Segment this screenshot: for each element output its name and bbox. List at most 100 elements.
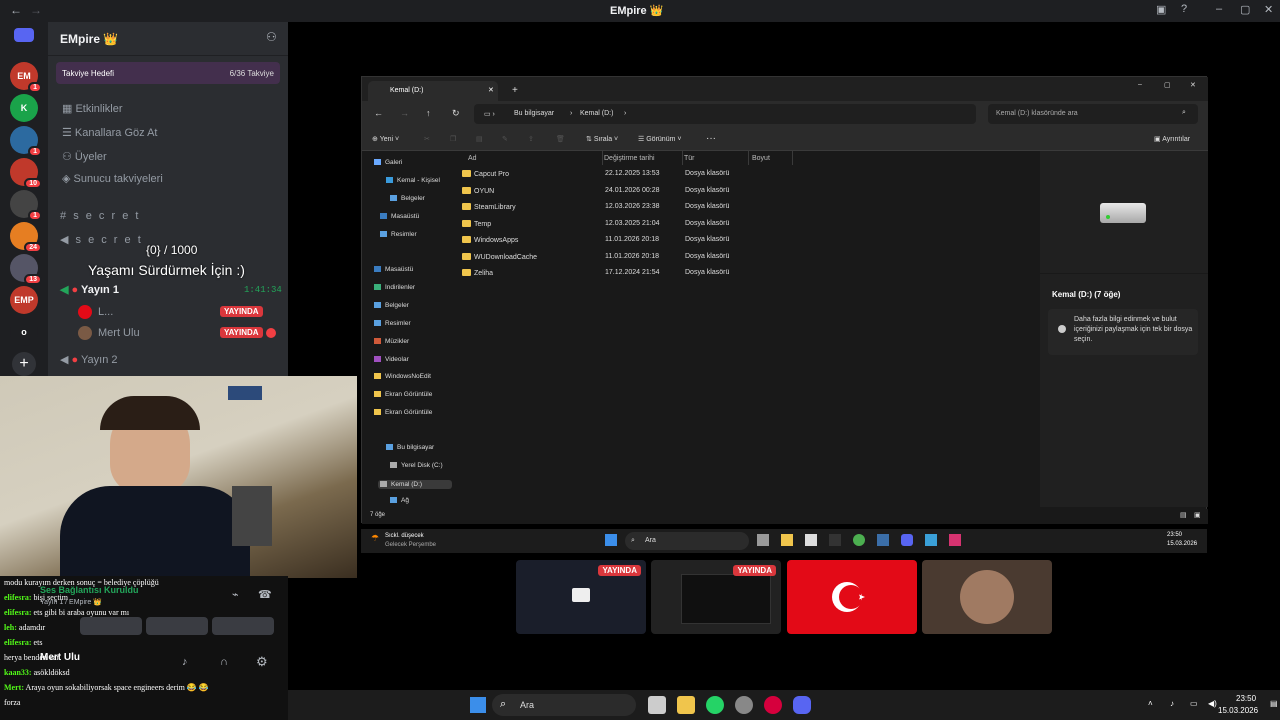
start-icon[interactable] — [605, 534, 617, 546]
activities-button[interactable] — [146, 617, 208, 635]
back-arrow-icon[interactable]: ← — [10, 3, 22, 17]
chrome-icon[interactable] — [853, 534, 865, 546]
details-button[interactable]: ▣ Ayrıntılar — [1154, 135, 1190, 143]
nav-item[interactable]: WindowsNoEdit — [374, 373, 448, 380]
delete-icon[interactable]: 🗑 — [556, 135, 565, 143]
new-tab-icon[interactable]: + — [512, 85, 518, 96]
server-icon[interactable]: EM 1 — [10, 62, 42, 93]
sidebar-item-boosts[interactable]: ◈ Sunucu takviyeleri — [62, 172, 163, 185]
rename-icon[interactable]: ✎ — [502, 135, 508, 143]
table-row[interactable]: Capcut Pro 22.12.2025 13:53 Dosya klasörü — [462, 170, 762, 186]
search-input[interactable]: ⌕ Ara — [492, 694, 636, 716]
minimize-icon[interactable]: – — [1138, 81, 1142, 88]
refresh-icon[interactable]: ↻ — [452, 108, 460, 119]
server-icon[interactable]: 1 — [10, 190, 42, 221]
app-icon[interactable] — [925, 534, 937, 546]
voice-channel-yayin1[interactable]: ◀ ● Yayın 1 — [60, 283, 119, 296]
nav-item[interactable]: Masaüstü — [374, 266, 448, 273]
nav-item[interactable]: Belgeler — [374, 302, 448, 309]
column-divider[interactable] — [602, 151, 603, 165]
sidebar-item-browse[interactable]: ☰ Kanallara Göz At — [62, 126, 157, 139]
screen-share-button[interactable] — [80, 617, 142, 635]
close-icon[interactable]: ✕ — [1264, 3, 1273, 16]
column-header-type[interactable]: Tür — [684, 155, 695, 162]
maximize-icon[interactable]: ▢ — [1164, 81, 1171, 89]
noise-suppression-icon[interactable]: ⌁ — [232, 588, 239, 601]
participant-tile[interactable] — [787, 560, 917, 634]
boost-goal-banner[interactable]: Takviye Hedefi 6/36 Takviye — [56, 62, 280, 84]
whatsapp-icon[interactable] — [706, 696, 724, 714]
server-icon[interactable]: 24 — [10, 222, 42, 253]
breadcrumb-item[interactable]: Kemal (D:) — [580, 110, 613, 117]
breadcrumb[interactable]: ▭ › Bu bilgisayar › Kemal (D:) › — [474, 104, 976, 124]
notification-icon[interactable]: ▤ — [1270, 699, 1278, 708]
breadcrumb-item[interactable]: Bu bilgisayar — [514, 110, 554, 117]
epic-icon[interactable] — [829, 534, 841, 546]
server-icon[interactable]: 10 — [10, 158, 42, 189]
server-header[interactable]: EMpire 👑 ⚇ — [48, 22, 288, 56]
sidebar-item-members[interactable]: ⚇ Üyeler — [62, 150, 107, 163]
server-icon[interactable]: o — [10, 318, 38, 346]
mic-icon[interactable]: ♪ — [182, 656, 188, 668]
nav-item[interactable]: Belgeler — [390, 195, 464, 202]
app-icon[interactable] — [735, 696, 753, 714]
close-tab-icon[interactable]: ✕ — [488, 86, 494, 94]
server-icon[interactable]: 13 — [10, 254, 42, 285]
column-divider[interactable] — [748, 151, 749, 165]
table-row[interactable]: WUDownloadCache 11.01.2026 20:18 Dosya kla… — [462, 252, 762, 269]
nav-item[interactable]: Ekran Görüntüle — [374, 391, 448, 398]
forward-arrow-icon[interactable]: → — [400, 108, 409, 118]
nav-item[interactable]: Müzikler — [374, 338, 448, 345]
new-button[interactable]: ⊕ Yeni ˅ — [372, 135, 399, 143]
nav-item[interactable]: Ekran Görüntüle — [374, 409, 448, 416]
disconnect-icon[interactable]: ☎ — [258, 588, 272, 601]
server-icon[interactable]: 1 — [10, 126, 42, 157]
copy-icon[interactable]: ❐ — [450, 135, 456, 143]
discord-icon[interactable] — [793, 696, 811, 714]
server-icon[interactable]: K — [10, 94, 38, 122]
minimize-icon[interactable]: – — [1216, 3, 1222, 15]
gear-icon[interactable]: ⚙ — [256, 654, 268, 670]
nav-item[interactable]: Resimler — [380, 231, 454, 238]
soundboard-button[interactable] — [212, 617, 274, 635]
search-input[interactable]: Kemal (D:) klasöründe ara ⌕ — [988, 104, 1198, 124]
tiles-view-icon[interactable]: ▣ — [1194, 511, 1201, 519]
task-view-icon[interactable] — [757, 534, 769, 546]
forward-arrow-icon[interactable]: → — [30, 3, 42, 17]
nav-item[interactable]: Yerel Disk (C:) — [390, 462, 464, 469]
cut-icon[interactable]: ✂ — [424, 135, 430, 143]
share-icon[interactable]: ⇪ — [528, 135, 534, 143]
folder-icon[interactable] — [781, 534, 793, 546]
close-icon[interactable]: ✕ — [1190, 81, 1196, 89]
column-header-name[interactable]: Ad — [468, 155, 477, 162]
voice-channel-secret[interactable]: ◀ s e c r e t — [60, 233, 143, 246]
server-icon[interactable]: EMP — [10, 286, 38, 314]
nav-item[interactable]: Resimler — [374, 320, 448, 327]
column-divider[interactable] — [792, 151, 793, 165]
discord-icon[interactable] — [901, 534, 913, 546]
start-icon[interactable] — [470, 697, 486, 713]
stream-thumbnail[interactable]: YAYINDA — [651, 560, 781, 634]
column-header-date[interactable]: Değiştirme tarihi — [604, 155, 655, 162]
nav-item[interactable]: Masaüstü — [380, 213, 454, 220]
opera-icon[interactable] — [764, 696, 782, 714]
nav-item[interactable]: Ağ — [390, 497, 464, 504]
voice-user-row[interactable]: L... YAYINDA — [78, 304, 278, 322]
inbox-icon[interactable]: ▣ — [1156, 3, 1166, 16]
details-view-icon[interactable]: ▤ — [1180, 511, 1187, 519]
nav-item[interactable]: Galeri — [374, 159, 448, 166]
chevron-up-icon[interactable]: ˄ — [1148, 699, 1153, 708]
text-channel-secret[interactable]: # s e c r e t — [60, 210, 140, 222]
search-input[interactable]: ⌕ Ara — [625, 532, 749, 550]
up-arrow-icon[interactable]: ↑ — [426, 108, 431, 118]
headphones-icon[interactable]: ∩ — [220, 656, 228, 668]
app-icon[interactable] — [949, 534, 961, 546]
maximize-icon[interactable]: ▢ — [1240, 3, 1250, 16]
nav-item[interactable]: Bu bilgisayar — [386, 444, 460, 451]
nav-item[interactable]: Kemal - Kişisel — [386, 177, 460, 184]
tab-kemal-d[interactable]: Kemal (D:) ✕ — [368, 81, 498, 101]
monitor-icon[interactable]: ▭ — [1190, 699, 1198, 708]
mic-icon[interactable]: ♪ — [1170, 699, 1174, 708]
table-row[interactable]: Zeliha 17.12.2024 21:54 Dosya klasörü — [462, 269, 762, 285]
add-member-icon[interactable]: ⚇ — [266, 30, 277, 44]
